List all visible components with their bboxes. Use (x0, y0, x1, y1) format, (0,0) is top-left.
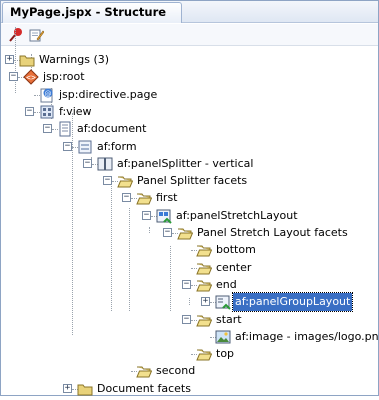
tree-node-label: top (216, 347, 235, 361)
tree-node[interactable]: − end (1, 276, 378, 294)
tree-node-label: Warnings (3) (39, 53, 110, 66)
expand-toggle[interactable]: + (63, 383, 72, 393)
edit-icon (29, 29, 44, 42)
open-folder-icon (136, 190, 153, 206)
tab-structure[interactable]: MyPage.jspx - Structure (2, 2, 182, 23)
tree-node[interactable]: − first (1, 189, 378, 207)
folder-icon (77, 381, 93, 397)
panel-splitter-icon (97, 156, 113, 172)
tree-node-label: af:document (77, 122, 147, 136)
tree-node[interactable]: − af:document (1, 120, 378, 138)
tree-node[interactable]: top (1, 345, 378, 363)
svg-text:@: @ (45, 90, 52, 98)
document-icon (57, 121, 73, 137)
tree-node[interactable]: + af:panelGroupLayout (1, 292, 378, 313)
tree-node[interactable]: − <> jsp:root (1, 68, 378, 86)
structure-window: MyPage.jspx - Structure + Warnings (3) − <>… (0, 0, 379, 396)
tree-node[interactable]: @ jsp:directive.page (1, 86, 378, 104)
collapse-toggle[interactable]: − (63, 141, 72, 151)
tree-node[interactable]: + Warnings (3) (1, 51, 378, 69)
tree-node[interactable]: + Document facets (1, 380, 378, 398)
tree-node[interactable]: af:image - images/logo.png (1, 328, 379, 346)
open-folder-icon (136, 363, 153, 379)
panel-group-icon (215, 294, 231, 310)
edit-button[interactable] (27, 26, 45, 44)
expand-toggle[interactable]: + (201, 297, 210, 307)
open-folder-icon (196, 312, 213, 328)
tree-node-label: af:form (97, 139, 137, 153)
pin-button[interactable] (7, 26, 25, 44)
tree-node-label: bottom (216, 243, 256, 257)
tree-node[interactable]: − af:panelSplitter - vertical (1, 155, 378, 173)
tree-node[interactable]: bottom (1, 241, 378, 259)
open-folder-icon (196, 346, 213, 362)
collapse-toggle[interactable]: − (103, 176, 112, 186)
tree-node-label: Panel Stretch Layout facets (197, 226, 348, 239)
tree-node[interactable]: − af:panelStretchLayout (1, 207, 378, 225)
tree-node[interactable]: − Panel Splitter facets (1, 172, 378, 190)
open-folder-icon (196, 242, 213, 258)
tree-node[interactable]: − Panel Stretch Layout facets (1, 224, 378, 242)
tree-node-label: end (216, 277, 237, 291)
open-folder-icon (196, 260, 213, 276)
tree-node[interactable]: − start (1, 311, 378, 329)
directive-icon: @ (39, 87, 55, 103)
folder-icon (19, 52, 35, 68)
tree-node-label: af:panelGroupLayout (231, 292, 354, 313)
open-folder-icon (196, 277, 213, 293)
tree-node-label: start (216, 312, 242, 326)
tree-node[interactable]: center (1, 259, 378, 277)
collapse-toggle[interactable]: − (43, 124, 52, 134)
tree-node-label: second (156, 364, 196, 378)
xml-tag-icon: <> (23, 69, 39, 86)
tree-node-label: f:view (59, 104, 92, 118)
form-icon (77, 139, 93, 155)
collapse-toggle[interactable]: − (9, 72, 18, 82)
collapse-toggle[interactable]: − (182, 314, 191, 324)
open-folder-icon (117, 173, 134, 189)
collapse-toggle[interactable]: − (163, 228, 172, 237)
tree-node-label: first (156, 191, 178, 205)
collapse-toggle[interactable]: − (83, 158, 92, 168)
title-bar: MyPage.jspx - Structure (1, 1, 378, 23)
tree-node[interactable]: − f:view (1, 103, 378, 121)
tree-node[interactable]: − af:form (1, 138, 378, 156)
open-folder-icon (177, 225, 194, 241)
panel-stretch-icon (156, 208, 172, 224)
toolbar (1, 24, 378, 46)
expand-toggle[interactable]: + (5, 55, 14, 64)
tree-node-label: af:panelStretchLayout (176, 208, 298, 222)
tab-title: MyPage.jspx - Structure (10, 5, 167, 19)
pin-icon (9, 28, 22, 42)
collapse-toggle[interactable]: − (25, 106, 34, 116)
collapse-toggle[interactable]: − (182, 279, 191, 289)
collapse-toggle[interactable]: − (122, 193, 131, 203)
image-icon (215, 329, 231, 345)
tree-node-label: af:image - images/logo.png (235, 329, 379, 343)
svg-text:<>: <> (26, 73, 36, 82)
collapse-toggle[interactable]: − (142, 210, 151, 220)
structure-tree: + Warnings (3) − <> jsp:root @ jsp:directive.p… (1, 27, 379, 398)
tree-node-label: Panel Splitter facets (137, 174, 248, 188)
tree-node-label: center (216, 260, 252, 274)
tree-node-label: jsp:root (43, 70, 85, 84)
tree-node-label: af:panelSplitter - vertical (117, 156, 254, 170)
tree-node-label: jsp:directive.page (59, 87, 158, 101)
tree-node[interactable]: second (1, 362, 378, 380)
tree-node-label: Document facets (97, 381, 191, 395)
view-icon (39, 104, 55, 120)
